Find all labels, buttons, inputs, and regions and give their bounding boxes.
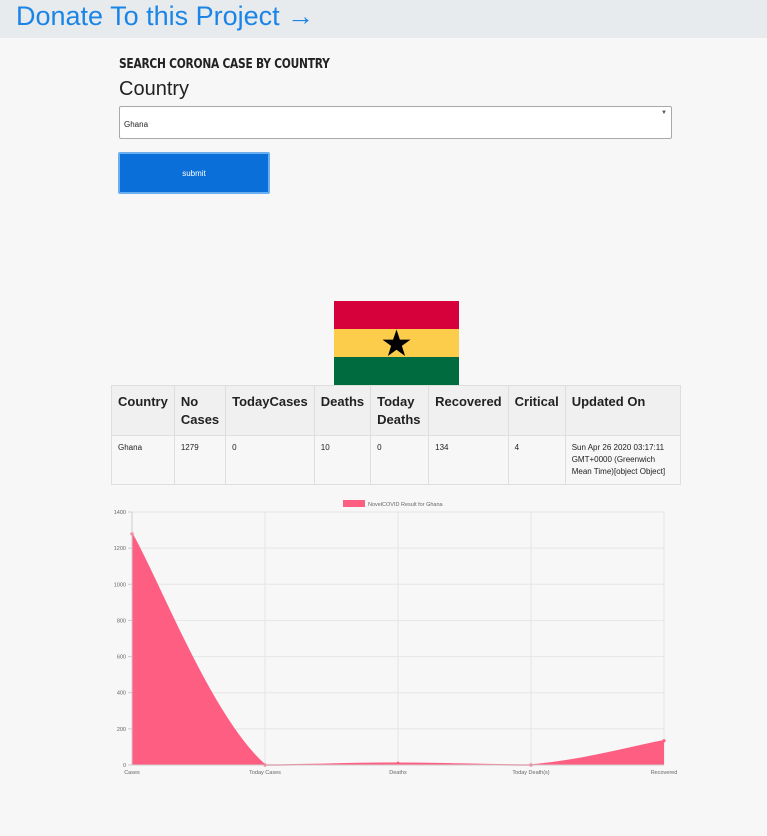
- data-point: [662, 739, 666, 743]
- flag-stripe-red: [334, 301, 459, 329]
- x-tick-label: Deaths: [389, 770, 407, 776]
- cell-deaths: 10: [313, 435, 372, 485]
- ghana-flag-icon: [334, 301, 459, 385]
- y-tick-label: 0: [123, 763, 126, 769]
- donate-link[interactable]: Donate To this Project →: [16, 0, 314, 32]
- y-tick-label: 200: [117, 727, 126, 733]
- covid-chart: 0 200 400 600 800 1000 1200 1400 Cases Today Case…: [114, 500, 678, 776]
- legend-swatch: [343, 500, 365, 507]
- data-point: [396, 761, 400, 765]
- col-no-cases: No Cases: [173, 385, 227, 436]
- x-tick-label: Today Death(s): [512, 770, 549, 776]
- col-deaths: Deaths: [313, 385, 372, 436]
- x-tick-label: Recovered: [651, 770, 678, 776]
- flag-stripe-green: [334, 357, 459, 385]
- cell-critical: 4: [507, 435, 566, 485]
- submit-button[interactable]: submit: [118, 152, 270, 194]
- y-tick-label: 400: [117, 691, 126, 697]
- country-select-value: Ghana: [124, 120, 149, 129]
- col-today-deaths: Today Deaths: [370, 385, 430, 436]
- col-critical: Critical: [507, 385, 566, 436]
- cell-no-cases: 1279: [173, 435, 227, 485]
- y-tick-label: 600: [117, 655, 126, 661]
- chevron-down-icon: ▼: [661, 110, 667, 116]
- col-country: Country: [111, 385, 175, 436]
- cell-country: Ghana: [111, 435, 175, 485]
- y-tick-label: 1400: [114, 510, 126, 516]
- country-select[interactable]: Ghana ▼: [119, 106, 672, 139]
- x-tick-label: Today Cases: [249, 770, 281, 776]
- col-updated-on: Updated On: [564, 385, 682, 436]
- cell-updated-on: Sun Apr 26 2020 03:17:11 GMT+0000 (Green…: [564, 435, 682, 485]
- x-tick-label: Cases: [124, 770, 140, 776]
- cell-today-deaths: 0: [370, 435, 430, 485]
- y-tick-label: 800: [117, 618, 126, 624]
- table-header-row: Country No Cases TodayCases Deaths Today…: [111, 385, 682, 436]
- cell-recovered: 134: [428, 435, 509, 485]
- col-recovered: Recovered: [428, 385, 509, 436]
- col-today-cases: TodayCases: [225, 385, 315, 436]
- legend-label: NovelCOVID Result for Ghana: [368, 502, 444, 508]
- y-tick-label: 1200: [114, 546, 126, 552]
- search-title: SEARCH CORONA CASE BY COUNTRY: [119, 57, 330, 72]
- table-row: Ghana 1279 0 10 0 134 4 Sun Apr 26 2020 …: [111, 435, 682, 485]
- y-tick-label: 1000: [114, 582, 126, 588]
- cell-today-cases: 0: [225, 435, 315, 485]
- country-label: Country: [119, 78, 190, 100]
- top-bar: Donate To this Project →: [0, 0, 767, 38]
- stats-table: Country No Cases TodayCases Deaths Today…: [111, 385, 682, 485]
